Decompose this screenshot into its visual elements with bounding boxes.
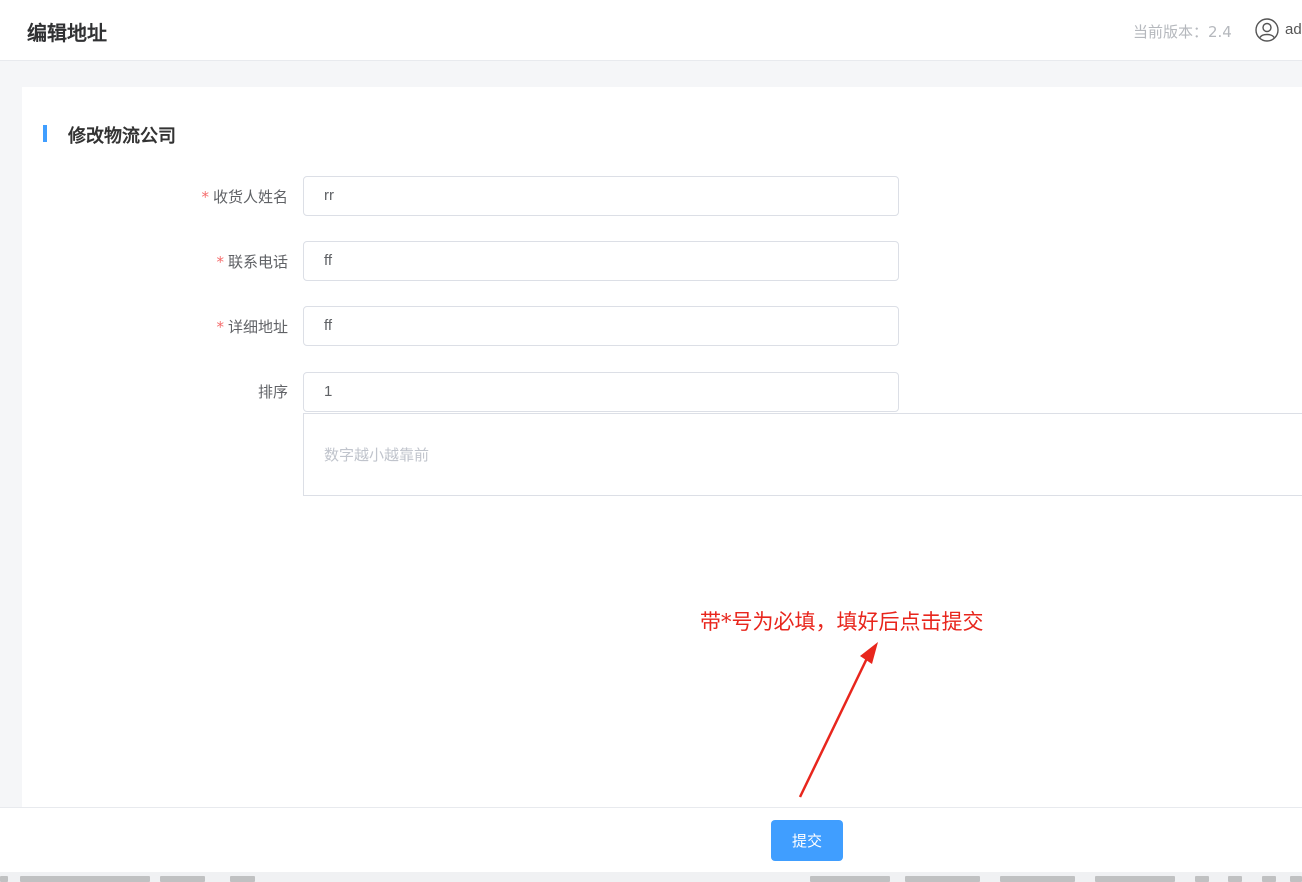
receiver-name-input[interactable]: rr	[303, 176, 899, 216]
required-mark: *	[216, 318, 224, 336]
address-input[interactable]: ff	[303, 306, 899, 346]
field-label-phone: * 联系电话	[216, 253, 288, 271]
field-label-address: * 详细地址	[216, 318, 288, 336]
section-title: 修改物流公司	[68, 126, 176, 147]
username[interactable]: ad	[1285, 21, 1302, 38]
user-avatar-icon[interactable]	[1255, 18, 1279, 42]
required-mark: *	[201, 188, 209, 206]
sort-input[interactable]: 1	[303, 372, 899, 412]
version-text: 当前版本：2.4	[1133, 23, 1232, 41]
field-label-receiver-name: * 收货人姓名	[201, 188, 288, 206]
footer-bar	[0, 807, 1302, 873]
taskbar-strip	[0, 872, 1302, 882]
annotation-arrow-icon	[798, 642, 878, 798]
sort-hint-textarea[interactable]: 数字越小越靠前	[303, 413, 1302, 496]
page-title: 编辑地址	[27, 21, 107, 45]
top-bar: 编辑地址 当前版本：2.4 ad	[0, 0, 1302, 61]
required-mark: *	[216, 253, 224, 271]
phone-input[interactable]: ff	[303, 241, 899, 281]
submit-button[interactable]: 提交	[771, 820, 843, 861]
field-label-sort: 排序	[257, 383, 288, 401]
section-accent-bar	[43, 125, 47, 142]
